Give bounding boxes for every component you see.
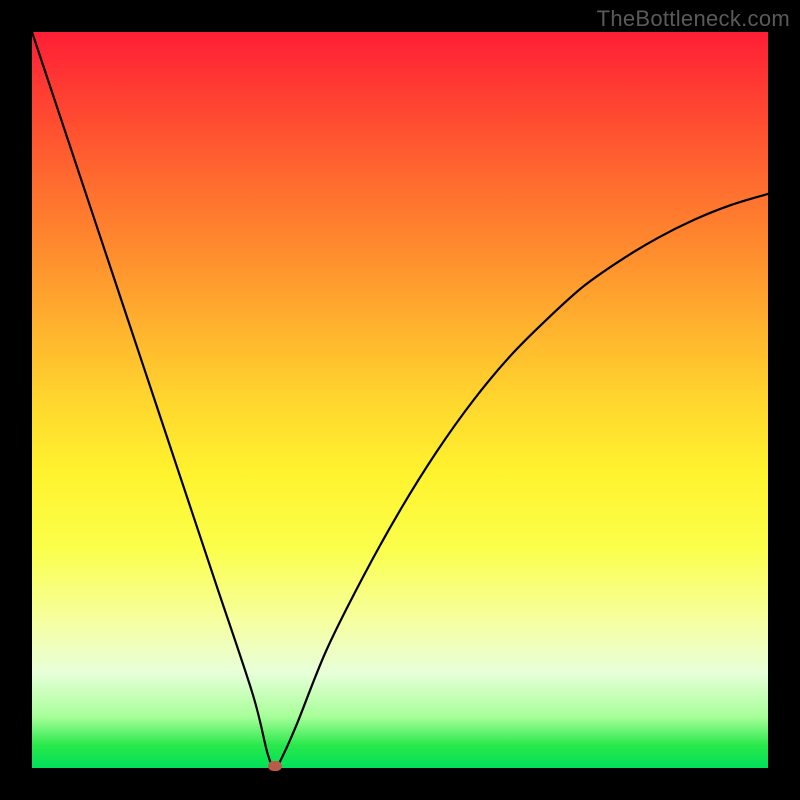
outer-frame: TheBottleneck.com (0, 0, 800, 800)
plot-area (32, 32, 768, 768)
bottleneck-curve (32, 32, 768, 768)
watermark-text: TheBottleneck.com (597, 6, 790, 32)
optimal-marker (268, 761, 282, 771)
